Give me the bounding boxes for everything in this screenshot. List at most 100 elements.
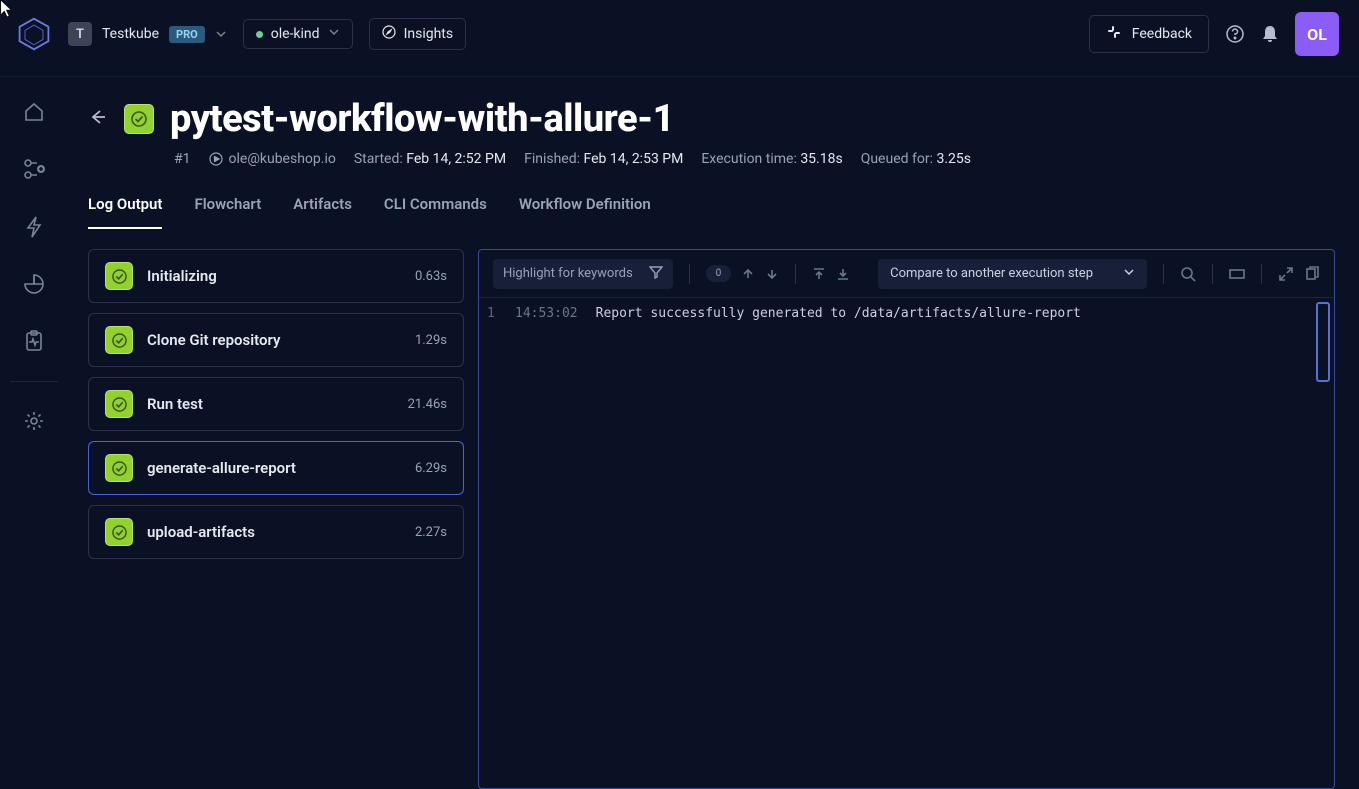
expand-icon bbox=[1278, 266, 1294, 282]
match-count-chip: 0 bbox=[706, 265, 732, 282]
org-switcher[interactable]: T Testkube PRO bbox=[68, 22, 227, 46]
main-content: pytest-workflow-with-allure-1 #1 ole@kub… bbox=[68, 77, 1359, 789]
clipboard-pulse-icon bbox=[24, 329, 44, 353]
step-status-badge bbox=[105, 454, 133, 482]
highlight-keywords-input[interactable]: Highlight for keywords bbox=[493, 259, 673, 289]
scroll-bottom-button[interactable] bbox=[836, 267, 850, 281]
sidebar bbox=[0, 77, 68, 789]
feedback-label: Feedback bbox=[1132, 26, 1192, 42]
tabs: Log Output Flowchart Artifacts CLI Comma… bbox=[88, 195, 1335, 229]
app-logo[interactable] bbox=[0, 16, 68, 52]
sidebar-item-triggers[interactable] bbox=[24, 215, 44, 239]
bell-icon bbox=[1261, 24, 1279, 44]
run-meta: #1 ole@kubeshop.io Started: Feb 14, 2:52… bbox=[174, 151, 1335, 167]
sidebar-separator bbox=[10, 381, 58, 382]
workflow-icon bbox=[22, 157, 46, 181]
step-name: Initializing bbox=[147, 267, 401, 285]
chevron-down-icon bbox=[1123, 266, 1135, 282]
log-toolbar: Highlight for keywords 0 bbox=[479, 250, 1334, 298]
run-number: #1 bbox=[174, 151, 191, 167]
expand-button[interactable] bbox=[1278, 266, 1294, 282]
sidebar-item-settings[interactable] bbox=[23, 410, 45, 432]
toolbar-separator bbox=[1261, 264, 1262, 284]
queued-for: Queued for: 3.25s bbox=[861, 151, 971, 167]
sidebar-item-home[interactable] bbox=[23, 101, 45, 123]
copy-icon bbox=[1304, 266, 1320, 282]
feedback-button[interactable]: Feedback bbox=[1089, 15, 1209, 53]
help-icon bbox=[1225, 24, 1245, 44]
compare-label: Compare to another execution step bbox=[890, 266, 1093, 281]
check-circle-icon bbox=[112, 397, 127, 412]
step-item[interactable]: upload-artifacts 2.27s bbox=[88, 505, 464, 559]
pro-badge: PRO bbox=[169, 26, 205, 43]
log-message: Report successfully generated to /data/a… bbox=[596, 306, 1081, 321]
next-match-button[interactable] bbox=[765, 267, 779, 281]
tab-artifacts[interactable]: Artifacts bbox=[293, 195, 352, 229]
tab-cli-commands[interactable]: CLI Commands bbox=[384, 195, 487, 229]
search-icon bbox=[1180, 266, 1196, 282]
wrap-icon bbox=[1229, 267, 1245, 281]
env-name: ole-kind bbox=[271, 26, 320, 42]
step-status-badge bbox=[105, 326, 133, 354]
bar-arrow-up-icon bbox=[812, 267, 826, 281]
run-status-badge bbox=[124, 104, 154, 134]
compare-step-select[interactable]: Compare to another execution step bbox=[878, 259, 1147, 289]
step-item[interactable]: generate-allure-report 6.29s bbox=[88, 441, 464, 495]
triggered-by-value: ole@kubeshop.io bbox=[229, 151, 336, 167]
environment-switcher[interactable]: ole-kind bbox=[243, 19, 353, 49]
notifications-button[interactable] bbox=[1261, 24, 1279, 44]
home-icon bbox=[23, 101, 45, 123]
sidebar-item-workflows[interactable] bbox=[22, 157, 46, 181]
step-item[interactable]: Run test 21.46s bbox=[88, 377, 464, 431]
step-status-badge bbox=[105, 390, 133, 418]
log-timestamp: 14:53:02 bbox=[515, 306, 578, 321]
testkube-logo-icon bbox=[16, 16, 52, 52]
step-name: generate-allure-report bbox=[147, 459, 401, 477]
search-log-button[interactable] bbox=[1180, 266, 1196, 282]
play-circle-icon bbox=[209, 152, 223, 166]
back-button[interactable] bbox=[88, 107, 108, 131]
log-panel: Highlight for keywords 0 bbox=[478, 249, 1335, 789]
org-name: Testkube bbox=[102, 26, 159, 42]
gear-icon bbox=[23, 410, 45, 432]
user-avatar[interactable]: OL bbox=[1295, 12, 1339, 56]
slack-icon bbox=[1106, 24, 1122, 44]
check-circle-icon bbox=[112, 461, 127, 476]
insights-label: Insights bbox=[404, 26, 454, 42]
step-name: upload-artifacts bbox=[147, 523, 401, 541]
org-avatar: T bbox=[68, 22, 92, 46]
chevron-down-icon bbox=[215, 25, 227, 44]
compass-icon bbox=[382, 25, 396, 43]
arrow-down-icon bbox=[765, 267, 779, 281]
insights-button[interactable]: Insights bbox=[369, 18, 467, 50]
wrap-lines-button[interactable] bbox=[1229, 267, 1245, 281]
scroll-top-button[interactable] bbox=[812, 267, 826, 281]
step-duration: 21.46s bbox=[408, 397, 447, 412]
execution-time: Execution time: 35.18s bbox=[701, 151, 842, 167]
chevron-down-icon bbox=[328, 26, 340, 42]
check-circle-icon bbox=[131, 111, 147, 127]
sidebar-item-analytics[interactable] bbox=[23, 273, 45, 295]
arrow-left-icon bbox=[88, 107, 108, 127]
tab-flowchart[interactable]: Flowchart bbox=[194, 195, 261, 229]
step-item[interactable]: Initializing0.63s bbox=[88, 249, 464, 303]
tab-workflow-definition[interactable]: Workflow Definition bbox=[519, 195, 651, 229]
log-output-body[interactable]: 1 14:53:02 Report successfully generated… bbox=[479, 298, 1334, 788]
step-item[interactable]: Clone Git repository1.29s bbox=[88, 313, 464, 367]
sidebar-item-status[interactable] bbox=[24, 329, 44, 353]
triggered-by: ole@kubeshop.io bbox=[209, 151, 336, 167]
scrollbar-thumb[interactable] bbox=[1316, 302, 1330, 382]
tab-log-output[interactable]: Log Output bbox=[88, 195, 162, 229]
filter-icon bbox=[649, 265, 663, 283]
step-name: Run test bbox=[147, 395, 394, 413]
toolbar-separator bbox=[1163, 264, 1164, 284]
help-button[interactable] bbox=[1225, 24, 1245, 44]
prev-match-button[interactable] bbox=[741, 267, 755, 281]
step-duration: 6.29s bbox=[415, 461, 447, 476]
step-duration: 2.27s bbox=[415, 525, 447, 540]
pie-chart-icon bbox=[23, 273, 45, 295]
toolbar-separator bbox=[689, 264, 690, 284]
cursor-arrow-icon bbox=[0, 0, 14, 18]
line-number: 1 bbox=[487, 306, 497, 321]
copy-log-button[interactable] bbox=[1304, 266, 1320, 282]
